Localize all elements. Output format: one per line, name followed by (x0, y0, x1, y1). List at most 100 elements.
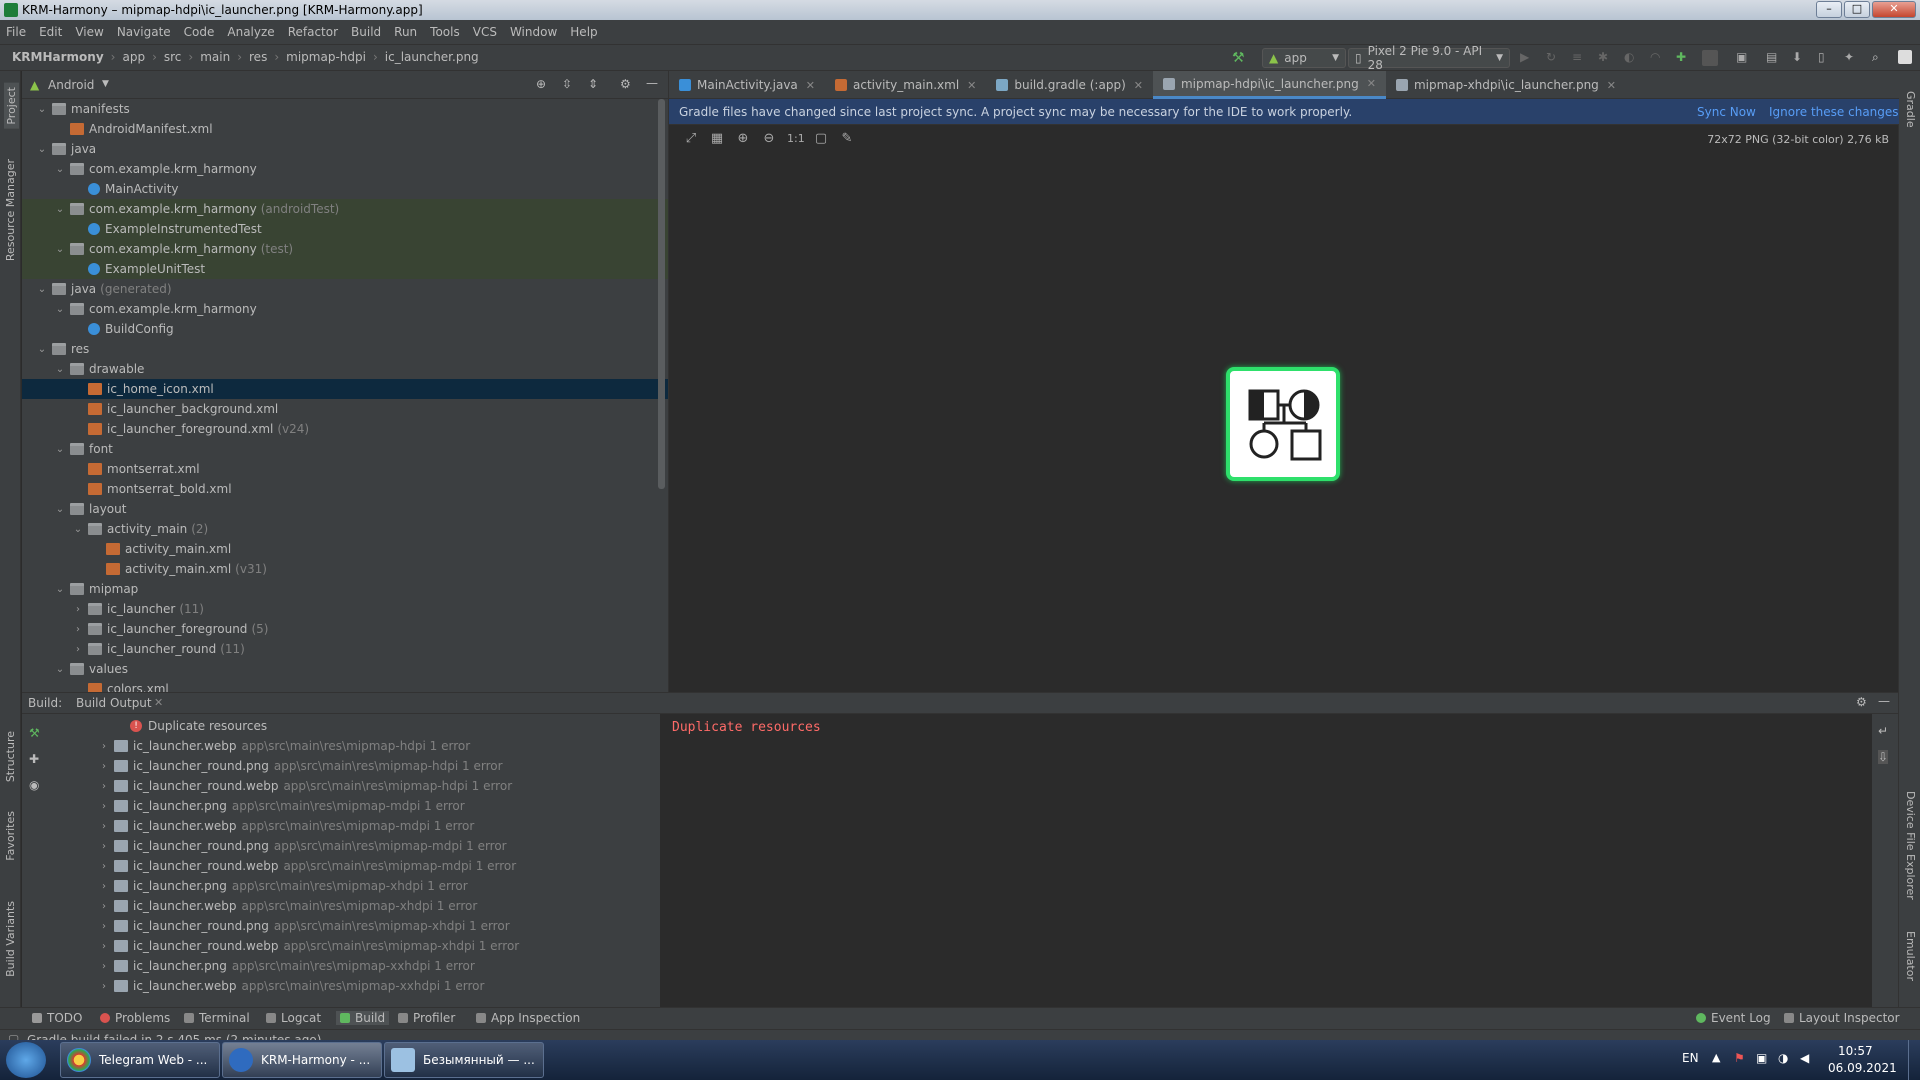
breadcrumb-file[interactable]: ic_launcher.png (385, 50, 479, 64)
coverage-icon[interactable]: ◐ (1624, 50, 1640, 66)
profile-icon[interactable]: ◠ (1650, 50, 1666, 66)
minimize-button[interactable]: – (1816, 1, 1842, 18)
start-button[interactable] (6, 1042, 46, 1078)
chevron-right-icon[interactable]: › (98, 981, 110, 992)
chevron-down-icon[interactable]: ⌄ (54, 164, 66, 175)
chevron-down-icon[interactable]: ⌄ (36, 144, 48, 155)
collapse-all-icon[interactable]: ⇕ (588, 77, 598, 91)
editor-tab[interactable]: MainActivity.java ✕ (669, 71, 825, 99)
tree-item[interactable]: activity_main.xml (22, 539, 668, 559)
fit-zoom-icon[interactable]: ⤢ (683, 131, 699, 147)
tree-item[interactable]: ⌄ java (22, 139, 668, 159)
locate-icon[interactable]: ⊕ (536, 77, 546, 91)
build-item[interactable]: › ic_launcher.webp app\src\main\res\mipmap… (52, 896, 660, 916)
problems-tool-button[interactable]: Problems (100, 1011, 170, 1025)
tree-item[interactable]: › ic_launcher_round (11) (22, 639, 668, 659)
maximize-button[interactable]: □ (1844, 1, 1870, 18)
favorites-tool-tab[interactable]: Favorites (4, 811, 17, 861)
tree-item[interactable]: ⌄ layout (22, 499, 668, 519)
tree-item[interactable]: ic_home_icon.xml (22, 379, 668, 399)
chevron-down-icon[interactable]: ⌄ (54, 304, 66, 315)
close-tab-icon[interactable]: ✕ (806, 79, 815, 92)
chevron-right-icon[interactable]: › (98, 821, 110, 832)
close-tab-icon[interactable]: ✕ (154, 696, 163, 709)
menu-analyze[interactable]: Analyze (227, 25, 274, 39)
tree-item[interactable]: ⌄ res (22, 339, 668, 359)
project-tool-tab[interactable]: Project (4, 83, 19, 129)
tree-item[interactable]: ⌄ activity_main (2) (22, 519, 668, 539)
breadcrumb-main[interactable]: main (200, 50, 230, 64)
taskbar-paint[interactable]: Безымянный — ... (384, 1042, 544, 1078)
tree-item[interactable]: ⌄ manifests (22, 99, 668, 119)
tree-item[interactable]: ⌄ com.example.krm_harmony (test) (22, 239, 668, 259)
chevron-right-icon[interactable]: › (98, 881, 110, 892)
ignore-changes-link[interactable]: Ignore these changes (1769, 105, 1899, 119)
build-item[interactable]: › ic_launcher_round.webp app\src\main\res\… (52, 936, 660, 956)
profiler-tool-button[interactable]: Profiler (398, 1011, 455, 1025)
chevron-right-icon[interactable]: › (98, 901, 110, 912)
build-item[interactable]: › ic_launcher_round.webp app\src\main\res\… (52, 776, 660, 796)
account-icon[interactable] (1898, 50, 1912, 64)
sync-project-icon[interactable]: ▣ (1736, 50, 1752, 66)
chevron-right-icon[interactable]: › (98, 921, 110, 932)
chevron-down-icon[interactable]: ▼ (102, 79, 109, 89)
editor-tab[interactable]: activity_main.xml ✕ (825, 71, 986, 99)
chevron-down-icon[interactable]: ⌄ (36, 284, 48, 295)
close-tab-icon[interactable]: ✕ (1367, 77, 1376, 90)
menu-refactor[interactable]: Refactor (288, 25, 338, 39)
build-item[interactable]: › ic_launcher.png app\src\main\res\mipmap-… (52, 956, 660, 976)
build-item[interactable]: › ic_launcher.webp app\src\main\res\mipmap… (52, 976, 660, 996)
hide-panel-icon[interactable]: — (1878, 694, 1890, 708)
build-item[interactable]: › ic_launcher.png app\src\main\res\mipmap-… (52, 876, 660, 896)
menu-help[interactable]: Help (570, 25, 597, 39)
breadcrumb-res[interactable]: res (249, 50, 267, 64)
network-icon[interactable]: ▣ (1756, 1051, 1767, 1065)
editor-tab[interactable]: build.gradle (:app) ✕ (986, 71, 1153, 99)
volume-icon[interactable]: ◀ (1800, 1051, 1809, 1065)
clock-date[interactable]: 06.09.2021 (1828, 1061, 1897, 1075)
device-file-explorer-tool-tab[interactable]: Device File Explorer (1904, 791, 1917, 900)
breadcrumb-project[interactable]: KRMHarmony (12, 50, 104, 64)
tree-item[interactable]: ⌄ com.example.krm_harmony (22, 159, 668, 179)
hide-panel-icon[interactable]: — (646, 76, 658, 90)
zoom-in-icon[interactable]: ⊕ (735, 131, 751, 147)
chevron-down-icon[interactable]: ⌄ (54, 444, 66, 455)
chevron-down-icon[interactable]: ⌄ (36, 344, 48, 355)
stop-icon[interactable] (1702, 50, 1718, 66)
menu-window[interactable]: Window (510, 25, 557, 39)
expand-all-icon[interactable]: ⇳ (562, 77, 572, 91)
run-icon[interactable]: ▶ (1520, 50, 1536, 66)
tray-expand-icon[interactable]: ▲ (1712, 1051, 1720, 1064)
grid-icon[interactable]: ▦ (709, 131, 725, 147)
event-log-tool-button[interactable]: Event Log (1696, 1011, 1771, 1025)
build-item[interactable]: › ic_launcher_round.webp app\src\main\res\… (52, 856, 660, 876)
tree-item[interactable]: ⌄ font (22, 439, 668, 459)
sync-now-link[interactable]: Sync Now (1697, 105, 1756, 119)
bluetooth-icon[interactable]: ◑ (1778, 1051, 1788, 1065)
tree-item[interactable]: ic_launcher_background.xml (22, 399, 668, 419)
tree-item[interactable]: › ic_launcher (11) (22, 599, 668, 619)
attach-debugger-icon[interactable]: ✚ (1676, 50, 1692, 66)
breadcrumb-app[interactable]: app (122, 50, 145, 64)
apply-changes-icon[interactable]: ↻ (1546, 50, 1562, 66)
build-item[interactable]: › ic_launcher_round.png app\src\main\res\m… (52, 916, 660, 936)
tree-item[interactable]: colors.xml (22, 679, 668, 692)
editor-tab[interactable]: mipmap-hdpi\ic_launcher.png ✕ (1152, 71, 1386, 99)
tree-item[interactable]: ⌄ mipmap (22, 579, 668, 599)
avd-manager-icon[interactable]: ▤ (1766, 50, 1782, 66)
run-config-select[interactable]: ▲ app ▼ (1262, 48, 1346, 68)
taskbar-android-studio[interactable]: KRM-Harmony - ... (222, 1042, 382, 1078)
tree-item[interactable]: ⌄ com.example.krm_harmony (androidTest) (22, 199, 668, 219)
layout-inspector-tool-button[interactable]: Layout Inspector (1784, 1011, 1900, 1025)
menu-vcs[interactable]: VCS (473, 25, 497, 39)
zoom-out-icon[interactable]: ⊖ (761, 131, 777, 147)
actual-size-button[interactable]: 1:1 (787, 131, 805, 147)
gradle-tool-tab[interactable]: Gradle (1904, 91, 1917, 128)
menu-navigate[interactable]: Navigate (117, 25, 171, 39)
build-item[interactable]: › ic_launcher_round.png app\src\main\res\m… (52, 836, 660, 856)
project-view-select[interactable]: Android (48, 78, 94, 92)
language-indicator[interactable]: EN (1682, 1051, 1699, 1065)
chevron-down-icon[interactable]: ⌄ (54, 504, 66, 515)
todo-tool-button[interactable]: TODO (32, 1011, 82, 1025)
build-item[interactable]: › ic_launcher.webp app\src\main\res\mipmap… (52, 816, 660, 836)
